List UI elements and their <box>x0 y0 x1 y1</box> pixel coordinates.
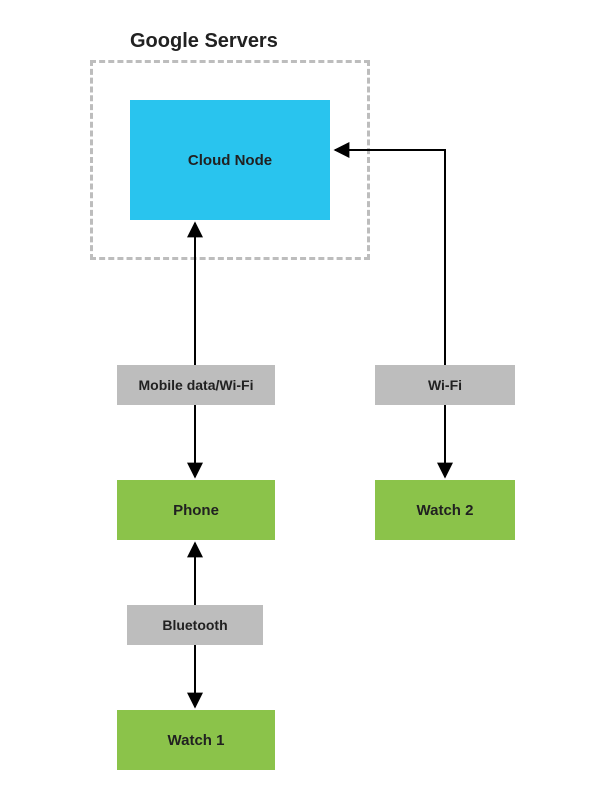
node-cloud: Cloud Node <box>130 100 330 220</box>
edge-label-mobile-wifi: Mobile data/Wi-Fi <box>117 365 275 405</box>
node-watch2: Watch 2 <box>375 480 515 540</box>
node-phone: Phone <box>117 480 275 540</box>
group-title-google-servers: Google Servers <box>130 30 278 53</box>
edge-label-wifi: Wi-Fi <box>375 365 515 405</box>
node-watch1: Watch 1 <box>117 710 275 770</box>
edge-label-bluetooth: Bluetooth <box>127 605 263 645</box>
